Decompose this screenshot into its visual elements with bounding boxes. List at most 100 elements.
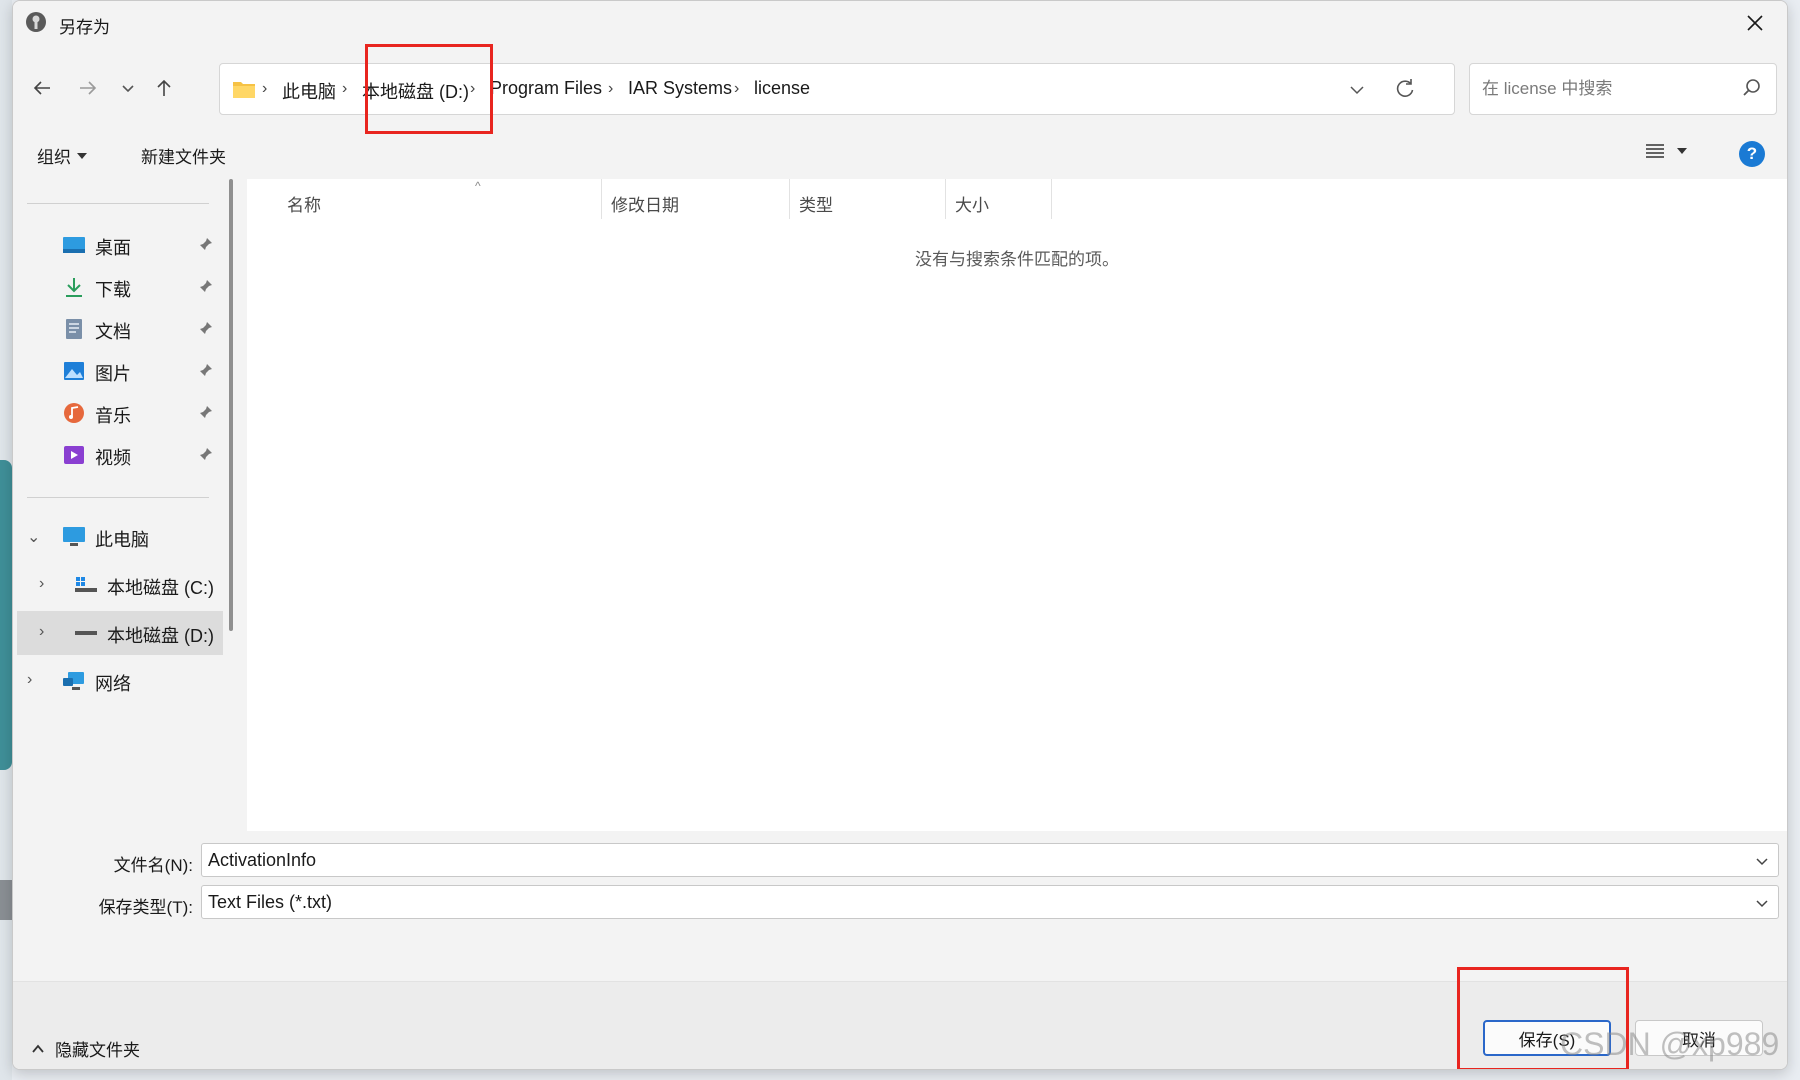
organize-button[interactable]: 组织 — [37, 143, 87, 168]
chevron-right-icon[interactable]: › — [27, 671, 32, 689]
chevron-up-icon — [32, 1044, 44, 1053]
chevron-right-icon: › — [262, 80, 268, 97]
chevron-right-icon: › — [608, 80, 614, 97]
watermark: CSDN @xp989 — [1560, 1026, 1780, 1062]
sidebar-item-documents[interactable]: 文档 — [13, 307, 223, 351]
close-icon — [1747, 15, 1763, 31]
background-decoration — [0, 460, 12, 770]
folder-icon — [233, 82, 255, 98]
help-icon[interactable]: ? — [1739, 141, 1765, 167]
chevron-down-icon[interactable] — [1754, 895, 1770, 911]
sidebar-item-label: 网络 — [95, 674, 131, 694]
view-options-button[interactable] — [1645, 143, 1687, 159]
sidebar-item-label: 本地磁盘 (D:) — [107, 626, 214, 646]
pictures-icon — [61, 359, 87, 383]
background-window-edge — [0, 0, 12, 1080]
divider — [27, 497, 209, 498]
sidebar-item-music[interactable]: 音乐 — [13, 391, 223, 435]
sidebar-item-label: 下载 — [95, 280, 131, 300]
new-folder-button[interactable]: 新建文件夹 — [141, 143, 226, 168]
filename-field[interactable]: ActivationInfo — [201, 843, 1779, 877]
sidebar-item-desktop[interactable]: 桌面 — [13, 223, 223, 267]
back-button[interactable] — [25, 71, 59, 105]
close-button[interactable] — [1735, 7, 1775, 39]
search-input[interactable] — [1482, 76, 1722, 102]
column-divider[interactable] — [601, 179, 602, 219]
sidebar-item-label: 视频 — [95, 448, 131, 468]
chevron-right-icon[interactable]: › — [39, 623, 44, 641]
breadcrumb-this-pc[interactable]: 此电脑 — [282, 78, 336, 104]
save-as-dialog: 另存为 › 此电脑 › 本地磁盘 (D:) › Program Files › … — [12, 0, 1788, 1070]
drive-icon — [73, 621, 99, 645]
music-icon — [61, 401, 87, 425]
arrow-up-icon — [157, 79, 171, 96]
sidebar-item-pictures[interactable]: 图片 — [13, 349, 223, 393]
empty-list-message: 没有与搜索条件匹配的项。 — [915, 250, 1119, 269]
chevron-down-icon[interactable]: ⌄ — [27, 527, 40, 547]
new-folder-label: 新建文件夹 — [141, 148, 226, 167]
sidebar-item-label: 桌面 — [95, 238, 131, 258]
breadcrumb-program-files[interactable]: Program Files — [490, 78, 602, 99]
videos-icon — [61, 443, 87, 467]
breadcrumb-license[interactable]: license — [754, 78, 810, 99]
column-header-date[interactable]: 修改日期 — [611, 191, 679, 216]
column-header-size[interactable]: 大小 — [955, 191, 989, 216]
filename-label: 文件名(N): — [113, 856, 193, 875]
sidebar-item-label: 本地磁盘 (C:) — [107, 578, 214, 598]
sidebar-item-videos[interactable]: 视频 — [13, 433, 223, 477]
sidebar-item-label: 此电脑 — [95, 530, 149, 550]
title-bar: 另存为 — [13, 1, 1787, 45]
app-icon — [26, 12, 46, 32]
filetype-value: Text Files (*.txt) — [208, 892, 333, 912]
column-divider[interactable] — [945, 179, 946, 219]
background-decoration — [0, 880, 12, 920]
file-list: ^ 名称 修改日期 类型 大小 没有与搜索条件匹配的项。 — [247, 179, 1787, 831]
breadcrumb-iar-systems[interactable]: IAR Systems — [628, 78, 732, 99]
search-box[interactable] — [1469, 63, 1777, 115]
filename-value: ActivationInfo — [208, 850, 317, 870]
forward-button[interactable] — [71, 71, 105, 105]
network-icon — [61, 669, 87, 693]
pin-icon — [200, 322, 212, 334]
sidebar-item-label: 音乐 — [95, 406, 131, 426]
chevron-down-icon — [122, 85, 134, 93]
sidebar-item-drive-d[interactable]: › 本地磁盘 (D:) — [17, 611, 223, 655]
refresh-icon[interactable] — [1394, 78, 1416, 100]
hide-folders-label: 隐藏文件夹 — [55, 1041, 140, 1060]
navigation-pane: 桌面 下载 文档 图片 音乐 视频 ⌄ 此电脑 › 本地磁盘 (C:) › 本地… — [13, 179, 237, 831]
sidebar-scrollbar[interactable] — [229, 179, 233, 631]
highlight-box-drive-d — [365, 44, 493, 134]
arrow-left-icon — [33, 81, 50, 95]
column-divider[interactable] — [1051, 179, 1052, 219]
command-toolbar: 组织 新建文件夹 ? — [13, 133, 1787, 175]
download-icon — [61, 275, 87, 299]
chevron-right-icon: › — [342, 80, 348, 97]
sort-ascending-icon: ^ — [475, 179, 481, 193]
window-title: 另存为 — [59, 18, 110, 37]
chevron-down-icon[interactable] — [1754, 853, 1770, 869]
divider — [27, 203, 209, 204]
address-dropdown-icon[interactable] — [1348, 80, 1366, 98]
column-header-name[interactable]: 名称 — [287, 191, 321, 216]
sidebar-item-drive-c[interactable]: › 本地磁盘 (C:) — [13, 563, 223, 607]
organize-label: 组织 — [37, 148, 71, 167]
search-icon — [1743, 79, 1760, 96]
desktop-icon — [61, 233, 87, 257]
filetype-select[interactable]: Text Files (*.txt) — [201, 885, 1779, 919]
recent-locations-button[interactable] — [111, 71, 145, 105]
navigation-bar: › 此电脑 › 本地磁盘 (D:) › Program Files › IAR … — [13, 49, 1787, 129]
pin-icon — [200, 448, 212, 460]
chevron-right-icon[interactable]: › — [39, 575, 44, 593]
sidebar-item-network[interactable]: › 网络 — [13, 659, 223, 703]
column-divider[interactable] — [789, 179, 790, 219]
hide-folders-toggle[interactable]: 隐藏文件夹 — [31, 1036, 140, 1061]
up-button[interactable] — [147, 71, 181, 105]
list-view-icon — [1646, 144, 1664, 158]
sidebar-item-downloads[interactable]: 下载 — [13, 265, 223, 309]
sidebar-item-label: 文档 — [95, 322, 131, 342]
column-header-type[interactable]: 类型 — [799, 191, 833, 216]
sidebar-item-label: 图片 — [95, 364, 131, 384]
sidebar-item-this-pc[interactable]: ⌄ 此电脑 — [13, 515, 223, 559]
caret-down-icon — [1677, 148, 1687, 154]
computer-icon — [61, 525, 87, 549]
